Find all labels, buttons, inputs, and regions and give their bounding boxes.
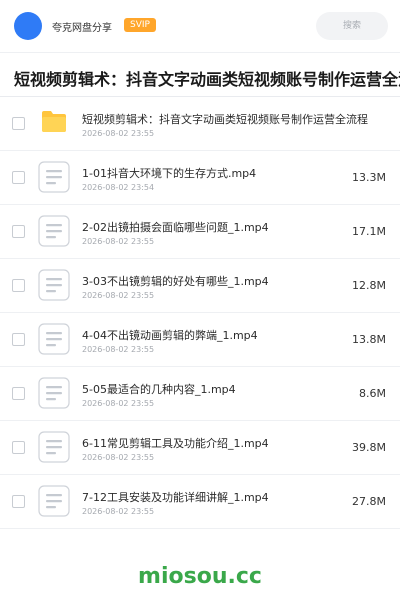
- share-page: 夸克网盘分享 SVIP 搜索 短视频剪辑术：抖音文字动画类短视频账号制作运营全流…: [0, 0, 400, 600]
- list-item[interactable]: 7-12工具安装及功能详细讲解_1.mp4 2026-08-02 23:55 2…: [0, 475, 400, 529]
- document-icon: [38, 215, 70, 247]
- header: 夸克网盘分享 SVIP 搜索: [0, 0, 400, 52]
- checkbox[interactable]: [12, 387, 25, 400]
- page-title: 短视频剪辑术：抖音文字动画类短视频账号制作运营全流程: [14, 70, 400, 88]
- file-name[interactable]: 2-02出镜拍摄会面临哪些问题_1.mp4: [82, 219, 269, 235]
- search-input[interactable]: 搜索: [316, 12, 388, 40]
- checkbox[interactable]: [12, 171, 25, 184]
- checkbox[interactable]: [12, 117, 25, 130]
- file-name[interactable]: 3-03不出镜剪辑的好处有哪些_1.mp4: [82, 273, 269, 289]
- avatar[interactable]: [14, 12, 42, 40]
- document-icon: [38, 161, 70, 193]
- list-item[interactable]: 1-01抖音大环境下的生存方式.mp4 2026-08-02 23:54 13.…: [0, 151, 400, 205]
- file-size: 13.3M: [352, 171, 386, 184]
- file-size: 27.8M: [352, 495, 386, 508]
- document-icon: [38, 431, 70, 463]
- document-icon: [38, 377, 70, 409]
- username[interactable]: 夸克网盘分享: [52, 19, 112, 34]
- file-size: 13.8M: [352, 333, 386, 346]
- file-size: 8.6M: [359, 387, 386, 400]
- file-name[interactable]: 短视频剪辑术：抖音文字动画类短视频账号制作运营全流程: [82, 111, 368, 127]
- list-item[interactable]: 3-03不出镜剪辑的好处有哪些_1.mp4 2026-08-02 23:55 1…: [0, 259, 400, 313]
- file-date: 2026-08-02 23:55: [82, 399, 155, 408]
- file-date: 2026-08-02 23:55: [82, 237, 155, 246]
- list-item[interactable]: 6-11常见剪辑工具及功能介绍_1.mp4 2026-08-02 23:55 3…: [0, 421, 400, 475]
- svip-badge: SVIP: [124, 18, 156, 32]
- divider: [0, 52, 400, 53]
- folder-icon: [42, 111, 66, 132]
- document-icon: [38, 323, 70, 355]
- document-icon: [38, 485, 70, 517]
- file-size: 12.8M: [352, 279, 386, 292]
- watermark: miosou.cc: [138, 564, 262, 589]
- file-date: 2026-08-02 23:55: [82, 345, 155, 354]
- checkbox[interactable]: [12, 495, 25, 508]
- file-name[interactable]: 1-01抖音大环境下的生存方式.mp4: [82, 165, 256, 181]
- list-item[interactable]: 2-02出镜拍摄会面临哪些问题_1.mp4 2026-08-02 23:55 1…: [0, 205, 400, 259]
- file-date: 2026-08-02 23:55: [82, 129, 155, 138]
- file-size: 17.1M: [352, 225, 386, 238]
- file-date: 2026-08-02 23:55: [82, 291, 155, 300]
- file-date: 2026-08-02 23:55: [82, 507, 155, 516]
- file-date: 2026-08-02 23:55: [82, 453, 155, 462]
- file-name[interactable]: 7-12工具安装及功能详细讲解_1.mp4: [82, 489, 269, 505]
- checkbox[interactable]: [12, 279, 25, 292]
- list-item[interactable]: 5-05最适合的几种内容_1.mp4 2026-08-02 23:55 8.6M: [0, 367, 400, 421]
- file-name[interactable]: 5-05最适合的几种内容_1.mp4: [82, 381, 236, 397]
- checkbox[interactable]: [12, 225, 25, 238]
- checkbox[interactable]: [12, 333, 25, 346]
- list-item[interactable]: 4-04不出镜动画剪辑的弊端_1.mp4 2026-08-02 23:55 13…: [0, 313, 400, 367]
- checkbox[interactable]: [12, 441, 25, 454]
- list-item[interactable]: 短视频剪辑术：抖音文字动画类短视频账号制作运营全流程 2026-08-02 23…: [0, 97, 400, 151]
- file-name[interactable]: 6-11常见剪辑工具及功能介绍_1.mp4: [82, 435, 269, 451]
- file-size: 39.8M: [352, 441, 386, 454]
- file-list: 短视频剪辑术：抖音文字动画类短视频账号制作运营全流程 2026-08-02 23…: [0, 97, 400, 529]
- file-date: 2026-08-02 23:54: [82, 183, 155, 192]
- file-name[interactable]: 4-04不出镜动画剪辑的弊端_1.mp4: [82, 327, 258, 343]
- document-icon: [38, 269, 70, 301]
